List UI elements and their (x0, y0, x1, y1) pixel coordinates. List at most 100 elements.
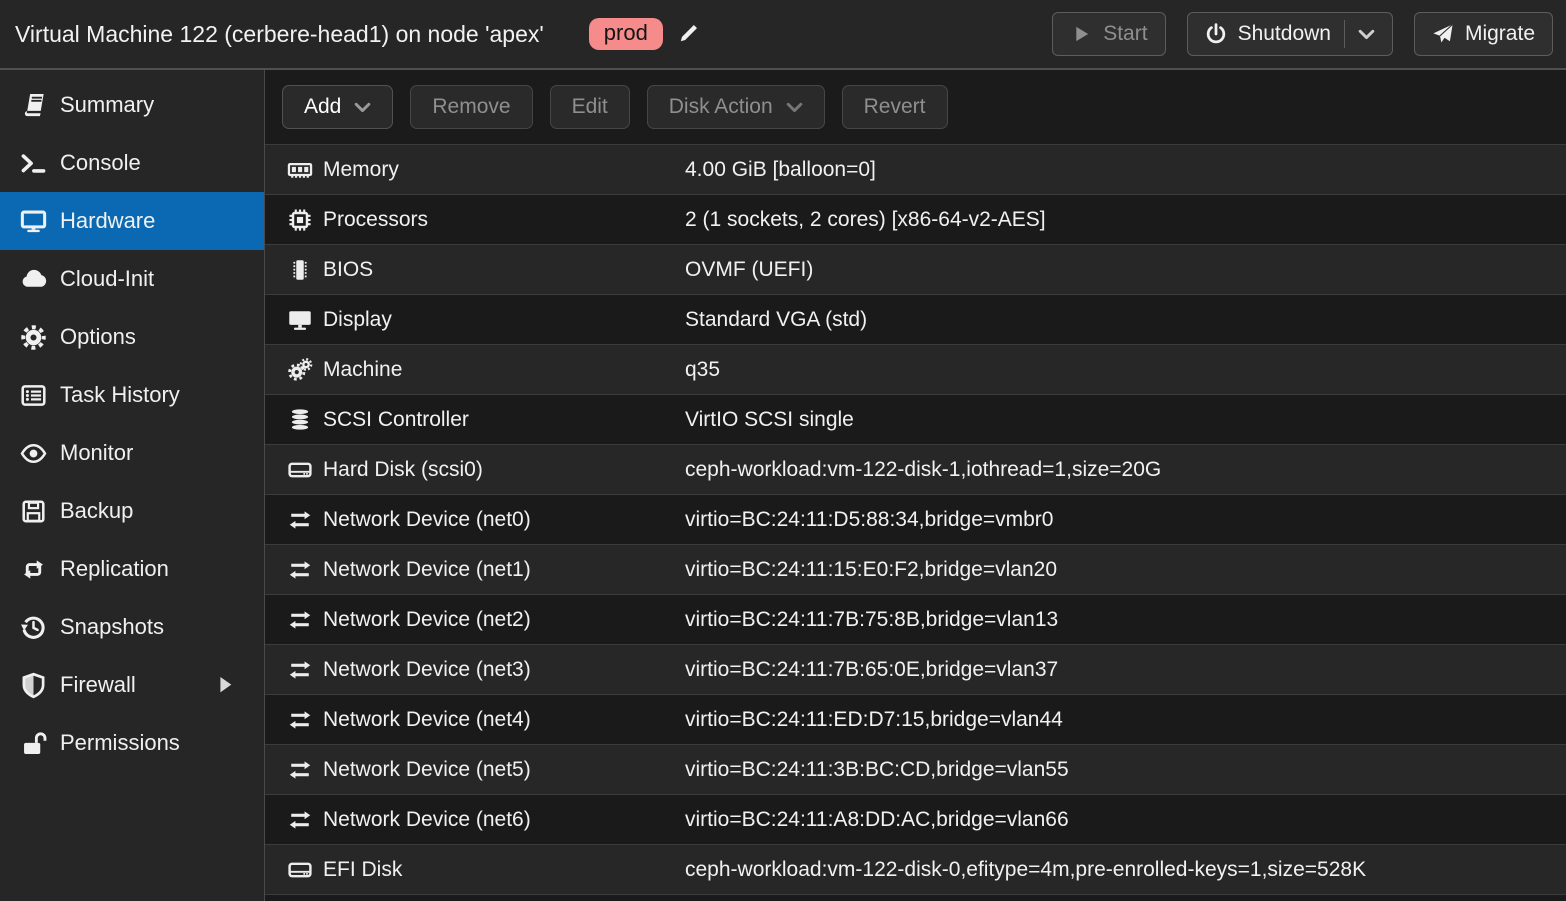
hardware-row-network-device-net0[interactable]: Network Device (net0)virtio=BC:24:11:D5:… (265, 494, 1566, 544)
migrate-button[interactable]: Migrate (1414, 12, 1553, 56)
terminal-icon (20, 150, 47, 177)
vm-header: Virtual Machine 122 (cerbere-head1) on n… (0, 0, 1566, 70)
toolbar-button-revert[interactable]: Revert (842, 85, 948, 129)
button-label: Edit (572, 95, 608, 119)
hardware-row-network-device-net2[interactable]: Network Device (net2)virtio=BC:24:11:7B:… (265, 594, 1566, 644)
book-icon (20, 92, 47, 119)
edit-tags-button[interactable] (676, 22, 700, 46)
database-icon (287, 407, 313, 433)
hardware-row-label: EFI Disk (323, 858, 685, 882)
sidebar-item-label: Permissions (60, 730, 180, 756)
hardware-row-label: Display (323, 308, 685, 332)
hardware-row-partial (265, 894, 1566, 901)
chevron-right-icon (220, 677, 232, 693)
hardware-row-label: Network Device (net1) (323, 558, 685, 582)
proxmox-vm-page: Virtual Machine 122 (cerbere-head1) on n… (0, 0, 1566, 901)
sidebar-item-firewall[interactable]: Firewall (0, 656, 264, 714)
hardware-row-label: BIOS (323, 258, 685, 282)
toolbar-button-disk-action[interactable]: Disk Action (647, 85, 825, 129)
toolbar-button-add[interactable]: Add (282, 85, 393, 129)
sidebar-item-hardware[interactable]: Hardware (0, 192, 264, 250)
hardware-row-hard-disk-scsi0[interactable]: Hard Disk (scsi0)ceph-workload:vm-122-di… (265, 444, 1566, 494)
sidebar-item-backup[interactable]: Backup (0, 482, 264, 540)
start-button[interactable]: Start (1052, 12, 1165, 56)
hardware-row-bios[interactable]: BIOSOVMF (UEFI) (265, 244, 1566, 294)
sidebar-item-label: Hardware (60, 208, 155, 234)
sidebar-item-label: Monitor (60, 440, 133, 466)
exchange-icon (287, 757, 313, 783)
hardware-row-value: virtio=BC:24:11:15:E0:F2,bridge=vlan20 (685, 558, 1057, 582)
hardware-row-value: virtio=BC:24:11:3B:BC:CD,bridge=vlan55 (685, 758, 1069, 782)
hardware-row-display[interactable]: DisplayStandard VGA (std) (265, 294, 1566, 344)
cloud-icon (20, 266, 47, 293)
hardware-row-network-device-net5[interactable]: Network Device (net5)virtio=BC:24:11:3B:… (265, 744, 1566, 794)
hardware-row-value: virtio=BC:24:11:A8:DD:AC,bridge=vlan66 (685, 808, 1069, 832)
main-area: Summary Console Hardware Cloud-Init Options T… (0, 70, 1566, 901)
hardware-row-memory[interactable]: Memory4.00 GiB [balloon=0] (265, 144, 1566, 194)
display-icon (287, 307, 313, 333)
hardware-row-scsi-controller[interactable]: SCSI ControllerVirtIO SCSI single (265, 394, 1566, 444)
sidebar-item-snapshots[interactable]: Snapshots (0, 598, 264, 656)
split-divider (1344, 20, 1345, 48)
exchange-icon (287, 557, 313, 583)
exchange-icon (287, 507, 313, 533)
hardware-row-network-device-net1[interactable]: Network Device (net1)virtio=BC:24:11:15:… (265, 544, 1566, 594)
hardware-row-label: Network Device (net2) (323, 608, 685, 632)
sidebar-item-label: Options (60, 324, 136, 350)
toolbar-button-edit[interactable]: Edit (550, 85, 630, 129)
chevron-down-icon (1358, 29, 1375, 40)
hardware-toolbar: Add Remove Edit Disk Action Revert (265, 70, 1566, 144)
hardware-row-label: Network Device (net4) (323, 708, 685, 732)
gear-icon (20, 324, 47, 351)
shutdown-button[interactable]: Shutdown (1187, 12, 1393, 56)
sidebar-item-label: Backup (60, 498, 133, 524)
floppy-icon (20, 498, 47, 525)
hardware-row-label: SCSI Controller (323, 408, 685, 432)
hardware-row-network-device-net6[interactable]: Network Device (net6)virtio=BC:24:11:A8:… (265, 794, 1566, 844)
unlock-icon (20, 730, 47, 757)
sidebar-item-label: Task History (60, 382, 180, 408)
toolbar-button-remove[interactable]: Remove (410, 85, 532, 129)
sidebar-item-label: Firewall (60, 672, 136, 698)
bios-icon (287, 257, 313, 283)
cpu-icon (287, 207, 313, 233)
sidebar-item-task-history[interactable]: Task History (0, 366, 264, 424)
hardware-row-value: Standard VGA (std) (685, 308, 867, 332)
exchange-icon (287, 707, 313, 733)
vm-tag-prod: prod (589, 18, 663, 50)
exchange-icon (287, 607, 313, 633)
button-label: Add (304, 95, 341, 119)
hardware-row-value: ceph-workload:vm-122-disk-0,efitype=4m,p… (685, 858, 1366, 882)
sidebar-item-summary[interactable]: Summary (0, 76, 264, 134)
hardware-row-value: OVMF (UEFI) (685, 258, 813, 282)
hardware-table: Memory4.00 GiB [balloon=0]Processors2 (1… (265, 144, 1566, 901)
shield-icon (20, 672, 47, 699)
hardware-row-value: virtio=BC:24:11:7B:75:8B,bridge=vlan13 (685, 608, 1058, 632)
sidebar-item-replication[interactable]: Replication (0, 540, 264, 598)
sidebar-item-label: Snapshots (60, 614, 164, 640)
hardware-row-label: Network Device (net6) (323, 808, 685, 832)
hardware-row-network-device-net4[interactable]: Network Device (net4)virtio=BC:24:11:ED:… (265, 694, 1566, 744)
hardware-row-efi-disk[interactable]: EFI Diskceph-workload:vm-122-disk-0,efit… (265, 844, 1566, 894)
button-label: Remove (432, 95, 510, 119)
play-icon (1070, 23, 1092, 45)
sidebar-item-cloud-init[interactable]: Cloud-Init (0, 250, 264, 308)
sidebar-item-label: Cloud-Init (60, 266, 154, 292)
hdd-icon (287, 457, 313, 483)
sidebar-item-monitor[interactable]: Monitor (0, 424, 264, 482)
header-actions: Start Shutdown Migrate (1052, 12, 1553, 56)
hardware-row-label: Memory (323, 158, 685, 182)
hardware-row-value: virtio=BC:24:11:D5:88:34,bridge=vmbr0 (685, 508, 1053, 532)
hardware-row-network-device-net3[interactable]: Network Device (net3)virtio=BC:24:11:7B:… (265, 644, 1566, 694)
sidebar-item-permissions[interactable]: Permissions (0, 714, 264, 772)
sidebar-item-options[interactable]: Options (0, 308, 264, 366)
hardware-row-processors[interactable]: Processors2 (1 sockets, 2 cores) [x86-64… (265, 194, 1566, 244)
monitor-icon (20, 208, 47, 235)
hardware-row-label: Hard Disk (scsi0) (323, 458, 685, 482)
memory-icon (287, 157, 313, 183)
sidebar-item-console[interactable]: Console (0, 134, 264, 192)
hardware-row-value: VirtIO SCSI single (685, 408, 854, 432)
hardware-row-machine[interactable]: Machineq35 (265, 344, 1566, 394)
hardware-row-value: virtio=BC:24:11:ED:D7:15,bridge=vlan44 (685, 708, 1063, 732)
sidebar-item-label: Summary (60, 92, 154, 118)
